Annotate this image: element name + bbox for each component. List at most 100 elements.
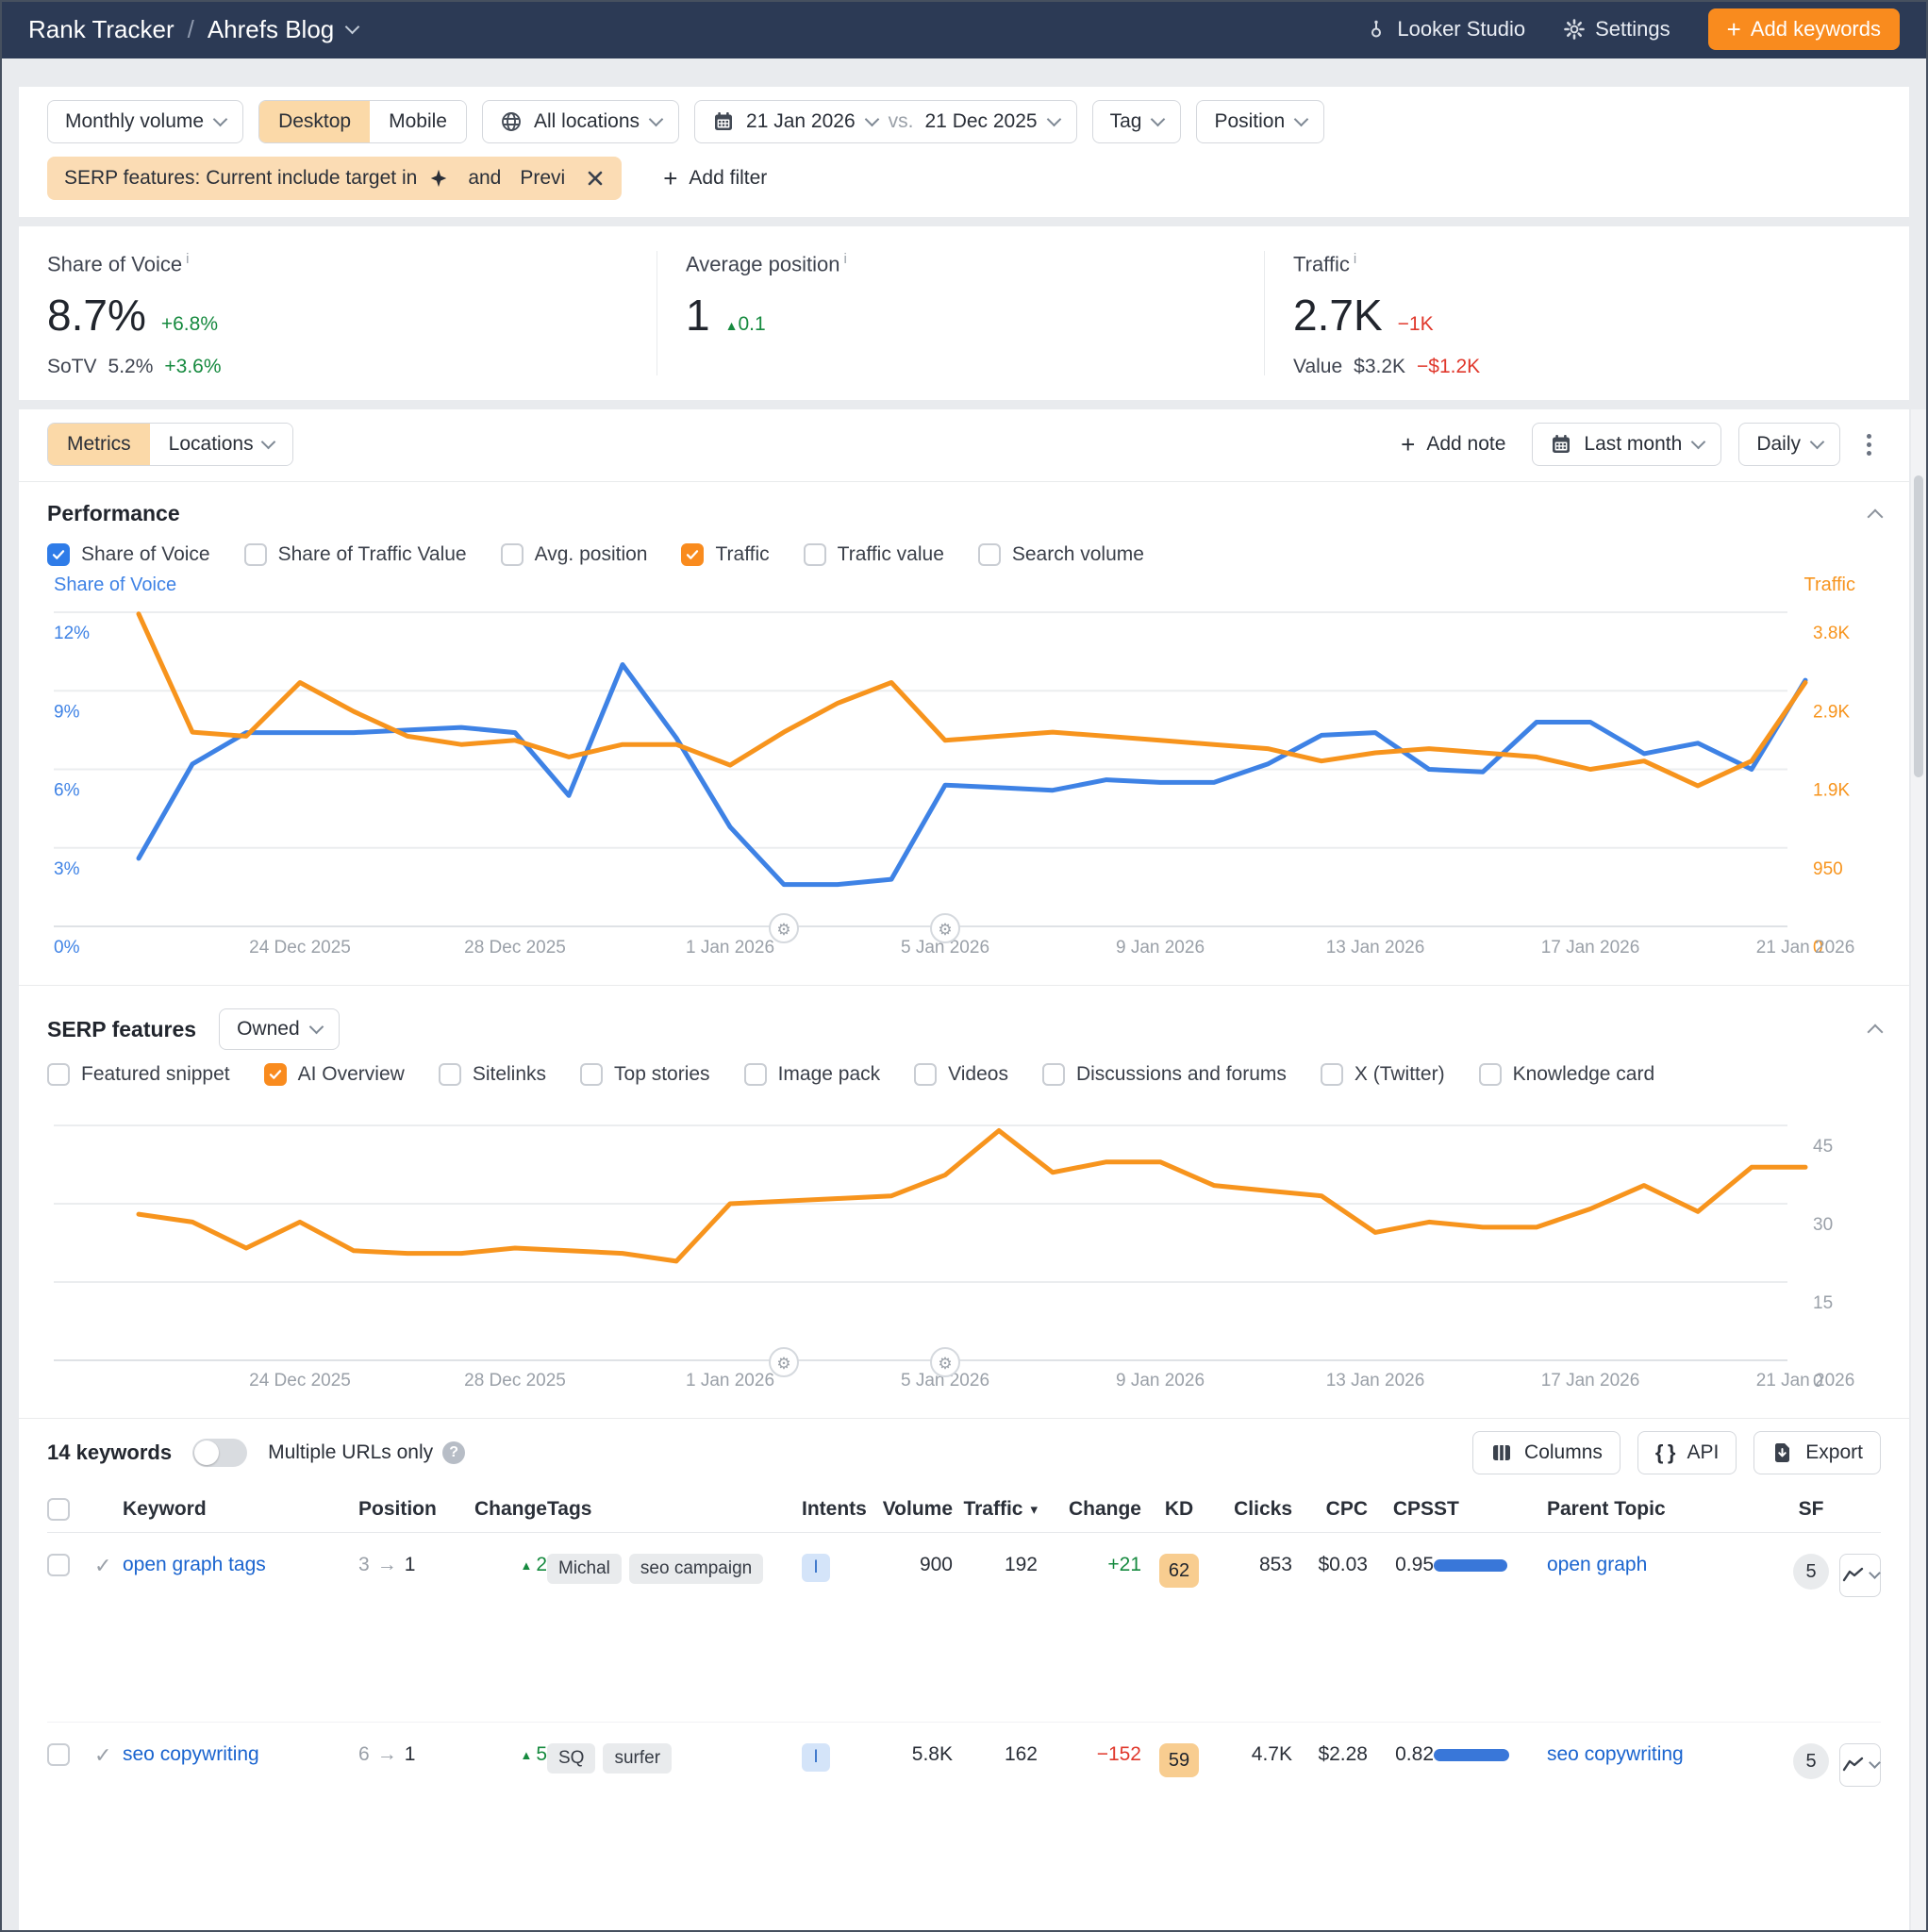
- annotation-gear-marker[interactable]: ⚙: [770, 914, 798, 942]
- column-header-sf[interactable]: SF: [1799, 1498, 1824, 1521]
- tag-pill[interactable]: seo campaign: [629, 1554, 763, 1584]
- unchecked-checkbox-icon[interactable]: [1042, 1063, 1065, 1086]
- column-header-kd[interactable]: KD: [1165, 1498, 1193, 1521]
- help-icon[interactable]: ?: [442, 1441, 465, 1464]
- parent-topic-link[interactable]: seo copywriting: [1547, 1743, 1684, 1766]
- serp-features-filter-chip[interactable]: SERP features: Current include target in…: [47, 157, 622, 200]
- export-button[interactable]: Export: [1753, 1431, 1881, 1474]
- column-header-tags[interactable]: Tags: [547, 1498, 802, 1521]
- looker-studio-link[interactable]: Looker Studio: [1365, 17, 1525, 42]
- unchecked-checkbox-icon[interactable]: [914, 1063, 937, 1086]
- column-header-traffic_change[interactable]: Change: [1069, 1498, 1141, 1521]
- column-header-intents[interactable]: Intents: [802, 1498, 887, 1521]
- column-header-keyword[interactable]: Keyword: [123, 1498, 358, 1521]
- annotation-gear-marker[interactable]: ⚙: [770, 1348, 798, 1376]
- unchecked-checkbox-icon[interactable]: [501, 543, 524, 566]
- unchecked-checkbox-icon[interactable]: [244, 543, 267, 566]
- locations-dropdown[interactable]: All locations: [482, 100, 679, 143]
- device-desktop-tab[interactable]: Desktop: [259, 101, 370, 142]
- checkbox-item-image-pack[interactable]: Image pack: [744, 1063, 881, 1086]
- date-range-dropdown[interactable]: 21 Jan 2026 vs. 21 Dec 2025: [694, 100, 1077, 143]
- position-history-button[interactable]: [1839, 1554, 1881, 1597]
- add-filter-button[interactable]: + Add filter: [654, 166, 776, 191]
- row-checkbox[interactable]: [47, 1743, 94, 1766]
- device-mobile-tab[interactable]: Mobile: [370, 101, 466, 142]
- unchecked-checkbox-icon[interactable]: [1321, 1063, 1343, 1086]
- checkbox-item-discussions-and-forums[interactable]: Discussions and forums: [1042, 1063, 1287, 1086]
- unchecked-checkbox-icon[interactable]: [47, 1554, 70, 1576]
- annotation-gear-marker[interactable]: ⚙: [931, 1348, 959, 1376]
- annotation-gear-marker[interactable]: ⚙: [931, 914, 959, 942]
- checkbox-item-sitelinks[interactable]: Sitelinks: [439, 1063, 546, 1086]
- position-filter-dropdown[interactable]: Position: [1196, 100, 1324, 143]
- checkbox-item-videos[interactable]: Videos: [914, 1063, 1008, 1086]
- breadcrumb[interactable]: Rank Tracker / Ahrefs Blog: [28, 15, 357, 44]
- collapse-section-icon[interactable]: [1868, 508, 1884, 525]
- checkbox-item-x-twitter-[interactable]: X (Twitter): [1321, 1063, 1445, 1086]
- tag-pill[interactable]: surfer: [603, 1743, 672, 1774]
- checkbox-item-knowledge-card[interactable]: Knowledge card: [1479, 1063, 1655, 1086]
- tab-locations[interactable]: Locations: [150, 424, 292, 465]
- checked-checkbox-icon[interactable]: [47, 543, 70, 566]
- multiple-urls-toggle[interactable]: [192, 1439, 247, 1467]
- unchecked-checkbox-icon[interactable]: [1479, 1063, 1502, 1086]
- volume-mode-dropdown[interactable]: Monthly volume: [47, 100, 243, 143]
- column-header-clicks[interactable]: Clicks: [1234, 1498, 1292, 1521]
- info-icon[interactable]: i: [1354, 251, 1356, 267]
- add-note-button[interactable]: + Add note: [1391, 432, 1515, 457]
- columns-button[interactable]: Columns: [1472, 1431, 1621, 1474]
- checkbox-item-top-stories[interactable]: Top stories: [580, 1063, 710, 1086]
- unchecked-checkbox-icon[interactable]: [47, 1063, 70, 1086]
- select-all-checkbox[interactable]: [47, 1498, 94, 1521]
- parent-topic-link[interactable]: open graph: [1547, 1554, 1647, 1576]
- unchecked-checkbox-icon[interactable]: [804, 543, 826, 566]
- checkbox-item-featured-snippet[interactable]: Featured snippet: [47, 1063, 230, 1086]
- checkbox-item-traffic[interactable]: Traffic: [681, 543, 769, 566]
- tag-pill[interactable]: Michal: [547, 1554, 622, 1584]
- checkbox-item-avg-position[interactable]: Avg. position: [501, 543, 648, 566]
- column-header-cpc[interactable]: CPC: [1326, 1498, 1368, 1521]
- granularity-dropdown[interactable]: Daily: [1738, 423, 1840, 466]
- unchecked-checkbox-icon[interactable]: [47, 1743, 70, 1766]
- more-options-icon[interactable]: [1857, 426, 1881, 463]
- position-history-button[interactable]: [1839, 1743, 1881, 1787]
- unchecked-checkbox-icon[interactable]: [744, 1063, 767, 1086]
- svg-text:45: 45: [1813, 1137, 1833, 1157]
- checkbox-item-ai-overview[interactable]: AI Overview: [264, 1063, 405, 1086]
- checkbox-item-search-volume[interactable]: Search volume: [978, 543, 1144, 566]
- checkbox-item-share-of-voice[interactable]: Share of Voice: [47, 543, 210, 566]
- time-range-dropdown[interactable]: Last month: [1532, 423, 1721, 466]
- scrollbar[interactable]: [1911, 409, 1926, 1930]
- tag-pill[interactable]: SQ: [547, 1743, 595, 1774]
- owned-dropdown[interactable]: Owned: [219, 1008, 340, 1050]
- row-checkbox[interactable]: [47, 1554, 94, 1576]
- keyword-link[interactable]: open graph tags: [123, 1554, 266, 1576]
- settings-link[interactable]: Settings: [1563, 17, 1670, 42]
- checkbox-item-share-of-traffic-value[interactable]: Share of Traffic Value: [244, 543, 467, 566]
- api-button[interactable]: { } API: [1637, 1431, 1737, 1474]
- collapse-section-icon[interactable]: [1868, 1024, 1884, 1041]
- unchecked-checkbox-icon[interactable]: [978, 543, 1001, 566]
- keyword-link[interactable]: seo copywriting: [123, 1743, 259, 1766]
- column-header-st[interactable]: ST: [1434, 1498, 1547, 1521]
- column-header-parent_topic[interactable]: Parent Topic: [1547, 1498, 1783, 1521]
- checked-checkbox-icon[interactable]: [681, 543, 704, 566]
- checked-checkbox-icon[interactable]: [264, 1063, 287, 1086]
- tab-metrics[interactable]: Metrics: [48, 424, 150, 465]
- column-header-change[interactable]: Change: [474, 1498, 547, 1521]
- unchecked-checkbox-icon[interactable]: [580, 1063, 603, 1086]
- add-keywords-button[interactable]: + Add keywords: [1708, 8, 1900, 50]
- remove-filter-button[interactable]: [576, 160, 614, 196]
- unchecked-checkbox-icon[interactable]: [47, 1498, 70, 1521]
- breadcrumb-project[interactable]: Ahrefs Blog: [208, 15, 334, 44]
- column-header-traffic[interactable]: Traffic▾: [963, 1498, 1038, 1521]
- column-header-cps[interactable]: CPS: [1393, 1498, 1434, 1521]
- checkbox-item-traffic-value[interactable]: Traffic value: [804, 543, 944, 566]
- info-icon[interactable]: i: [186, 251, 189, 267]
- tag-filter-dropdown[interactable]: Tag: [1092, 100, 1182, 143]
- column-header-volume[interactable]: Volume: [883, 1498, 953, 1521]
- unchecked-checkbox-icon[interactable]: [439, 1063, 461, 1086]
- column-header-position[interactable]: Position: [358, 1498, 472, 1521]
- scrollbar-thumb[interactable]: [1914, 475, 1923, 777]
- info-icon[interactable]: i: [844, 251, 847, 267]
